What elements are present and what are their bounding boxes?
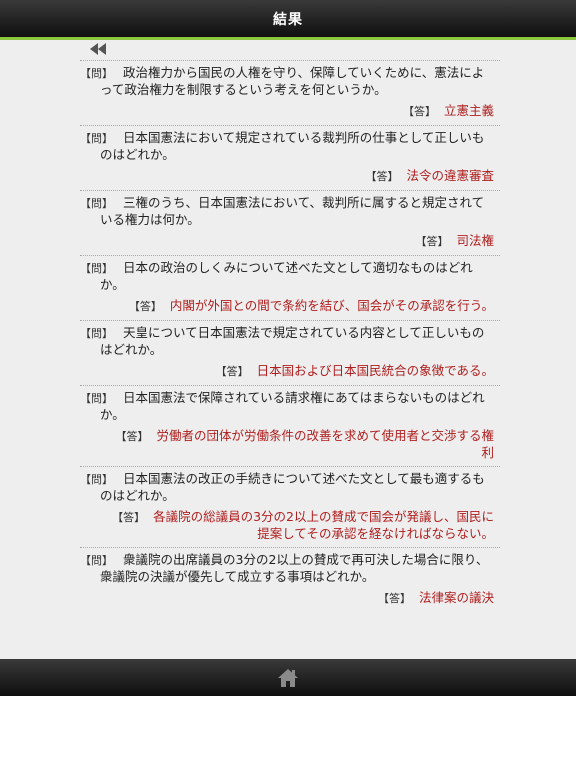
answer-text: 【答】 労働者の団体が労働条件の改善を求めて使用者と交渉する権利 xyxy=(80,428,500,461)
question-body: 日本の政治のしくみについて述べた文として適切なものはどれか。 xyxy=(100,260,473,292)
answer-body: 内閣が外国との間で条約を結び、国会がその承認を行う。 xyxy=(169,298,494,313)
question-text: 【問】 政治権力から国民の人権を守り、保障していくために、憲法によって政治権力を制… xyxy=(80,65,500,98)
qa-item: 【問】 日本国憲法で保障されている請求権にあてはまらないものはどれか。 【答】 労働者… xyxy=(80,385,500,466)
page-title: 結果 xyxy=(273,11,303,28)
answer-body: 労働者の団体が労働条件の改善を求めて使用者と交渉する権利 xyxy=(156,428,494,460)
answer-tag: 【答】 xyxy=(215,365,249,378)
answer-text: 【答】 日本国および日本国民統合の象徴である。 xyxy=(80,363,500,380)
question-tag: 【問】 xyxy=(80,197,113,210)
footer-bar xyxy=(0,659,576,696)
answer-tag: 【答】 xyxy=(115,430,149,443)
answer-body: 各議院の総議員の3分の2以上の賛成で国会が発議し、国民に提案してその承認を経なけ… xyxy=(153,509,494,541)
answer-text: 【答】 立憲主義 xyxy=(80,103,500,120)
answer-text: 【答】 内閣が外国との間で条約を結び、国会がその承認を行う。 xyxy=(80,298,500,315)
qa-item: 【問】 天皇について日本国憲法で規定されている内容として正しいものはどれか。【答】… xyxy=(80,320,500,385)
answer-tag: 【答】 xyxy=(112,511,146,524)
question-tag: 【問】 xyxy=(80,262,113,275)
qa-item: 【問】 日本国憲法の改正の手続きについて述べた文として最も適するものはどれか。 【答… xyxy=(80,466,500,547)
question-tag: 【問】 xyxy=(80,132,113,145)
answer-text: 【答】 司法権 xyxy=(80,233,500,250)
qa-item: 【問】 政治権力から国民の人権を守り、保障していくために、憲法によって政治権力を制… xyxy=(80,60,500,125)
question-text: 【問】 衆議院の出席議員の3分の2以上の賛成で再可決した場合に限り、衆議院の決議が… xyxy=(80,552,500,585)
qa-item: 【問】 日本国憲法において規定されている裁判所の仕事として正しいものはどれか。【答… xyxy=(80,125,500,190)
answer-body: 立憲主義 xyxy=(443,103,494,118)
question-body: 日本国憲法において規定されている裁判所の仕事として正しいものはどれか。 xyxy=(100,130,485,162)
question-tag: 【問】 xyxy=(80,392,113,405)
answer-tag: 【答】 xyxy=(402,105,436,118)
answer-text: 【答】 法令の違憲審査 xyxy=(80,168,500,185)
question-body: 天皇について日本国憲法で規定されている内容として正しいものはどれか。 xyxy=(100,325,485,357)
qa-item: 【問】 日本の政治のしくみについて述べた文として適切なものはどれか。【答】 内閣が外… xyxy=(80,255,500,320)
question-tag: 【問】 xyxy=(80,327,113,340)
question-body: 日本国憲法の改正の手続きについて述べた文として最も適するものはどれか。 xyxy=(100,471,485,503)
answer-tag: 【答】 xyxy=(377,592,411,605)
empty-area xyxy=(0,696,576,768)
question-tag: 【問】 xyxy=(80,67,113,80)
home-icon[interactable] xyxy=(277,668,299,688)
answer-text: 【答】 各議院の総議員の3分の2以上の賛成で国会が発議し、国民に提案してその承認を… xyxy=(80,509,500,542)
question-text: 【問】 日本国憲法において規定されている裁判所の仕事として正しいものはどれか。 xyxy=(80,130,500,163)
question-text: 【問】 天皇について日本国憲法で規定されている内容として正しいものはどれか。 xyxy=(80,325,500,358)
question-tag: 【問】 xyxy=(80,473,113,486)
question-body: 衆議院の出席議員の3分の2以上の賛成で再可決した場合に限り、衆議院の決議が優先し… xyxy=(100,552,489,584)
results-content[interactable]: 【問】 政治権力から国民の人権を守り、保障していくために、憲法によって政治権力を制… xyxy=(0,40,576,659)
answer-text: 【答】 法律案の議決 xyxy=(80,590,500,607)
question-text: 【問】 日本国憲法の改正の手続きについて述べた文として最も適するものはどれか。 xyxy=(80,471,500,504)
answer-tag: 【答】 xyxy=(128,300,162,313)
double-chevron-left-icon[interactable] xyxy=(87,42,111,56)
answer-body: 法律案の議決 xyxy=(418,590,494,605)
qa-item: 【問】 三権のうち、日本国憲法において、裁判所に属すると規定されている権力は何か。… xyxy=(80,190,500,255)
question-body: 政治権力から国民の人権を守り、保障していくために、憲法によって政治権力を制限する… xyxy=(100,65,485,97)
qa-item: 【問】 衆議院の出席議員の3分の2以上の賛成で再可決した場合に限り、衆議院の決議が… xyxy=(80,547,500,612)
question-body: 日本国憲法で保障されている請求権にあてはまらないものはどれか。 xyxy=(100,390,485,422)
header-bar: 結果 xyxy=(0,0,576,40)
qa-list: 【問】 政治権力から国民の人権を守り、保障していくために、憲法によって政治権力を制… xyxy=(80,60,500,612)
question-body: 三権のうち、日本国憲法において、裁判所に属すると規定されている権力は何か。 xyxy=(100,195,485,227)
question-text: 【問】 日本の政治のしくみについて述べた文として適切なものはどれか。 xyxy=(80,260,500,293)
answer-body: 法令の違憲審査 xyxy=(406,168,494,183)
answer-tag: 【答】 xyxy=(365,170,399,183)
question-tag: 【問】 xyxy=(80,554,113,567)
answer-tag: 【答】 xyxy=(415,235,449,248)
answer-body: 日本国および日本国民統合の象徴である。 xyxy=(256,363,494,378)
question-text: 【問】 日本国憲法で保障されている請求権にあてはまらないものはどれか。 xyxy=(80,390,500,423)
answer-body: 司法権 xyxy=(456,233,494,248)
question-text: 【問】 三権のうち、日本国憲法において、裁判所に属すると規定されている権力は何か。 xyxy=(80,195,500,228)
